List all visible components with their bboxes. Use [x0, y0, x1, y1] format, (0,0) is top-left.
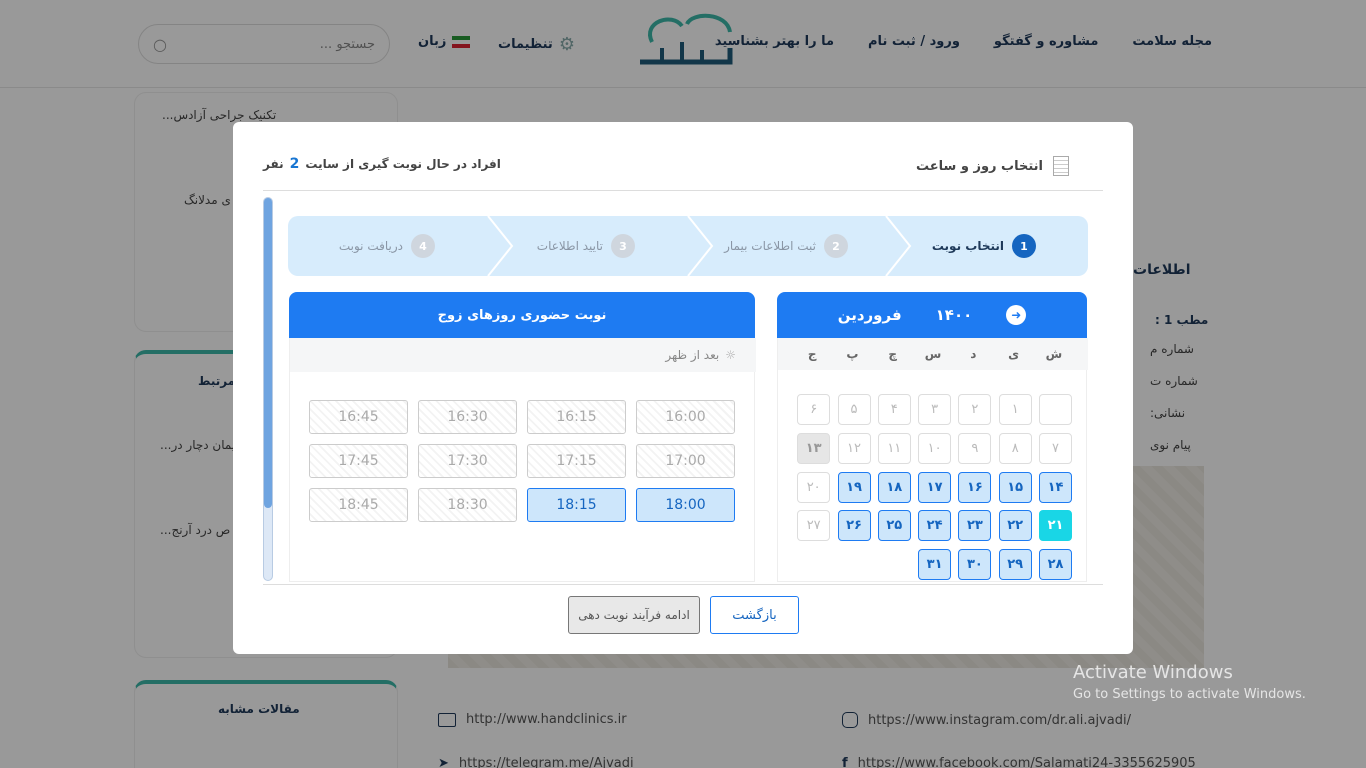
weekday-label: ی	[1008, 347, 1020, 361]
calendar-day[interactable]: ۱۴	[1039, 471, 1072, 503]
time-slot: 18:45	[309, 488, 408, 522]
calendar-day[interactable]: ۲۳	[958, 510, 992, 542]
modal-title: انتخاب روز و ساعت	[916, 156, 1069, 176]
time-slot: 16:15	[527, 400, 626, 434]
calendar-day[interactable]: ۲۱	[1039, 510, 1072, 542]
calendar-day: ۳	[918, 394, 952, 425]
times-title: نوبت حضوری روزهای زوج	[437, 307, 607, 323]
weekday-label: ج	[807, 347, 817, 361]
online-count-value: 2	[289, 156, 300, 172]
calendar-day[interactable]: ۳۱	[918, 549, 952, 581]
calendar-day[interactable]: ۱۶	[958, 471, 992, 503]
calendar-day[interactable]: ۳۰	[958, 549, 992, 581]
step-label: دریافت نوبت	[338, 239, 403, 253]
step-label: ثبت اطلاعات بیمار	[724, 239, 816, 253]
calendar-day[interactable]: ۲۲	[998, 510, 1032, 542]
calendar-day[interactable]: ۲۶	[837, 510, 871, 542]
weekday-label: د	[970, 347, 977, 361]
calendar-day: ۸	[998, 432, 1032, 464]
online-count-label: افراد در حال نوبت گیری از سایت	[305, 157, 501, 171]
step-wizard: 1 انتخاب نوبت 2 ثبت اطلاعات بیمار 3 تایی…	[288, 216, 1088, 276]
times-header: نوبت حضوری روزهای زوج	[289, 292, 755, 338]
calendar-day[interactable]: ۲۸	[1039, 549, 1072, 581]
period-label: بعد از ظهر	[665, 348, 720, 362]
step-label: تایید اطلاعات	[536, 239, 603, 253]
windows-activation-watermark: Activate Windows Go to Settings to activ…	[1073, 662, 1306, 702]
step-confirm-info: 3 تایید اطلاعات	[537, 216, 635, 276]
modal-scrollbar[interactable]	[263, 197, 273, 581]
modal-title-text: انتخاب روز و ساعت	[916, 158, 1043, 174]
step-receive-appointment: 4 دریافت نوبت	[339, 216, 435, 276]
time-slot: 16:30	[418, 400, 517, 434]
step-separator	[885, 216, 912, 276]
calendar-day: ۷	[1039, 432, 1072, 464]
time-slot[interactable]: 18:00	[636, 488, 735, 522]
step-separator	[687, 216, 714, 276]
weekday-row: شیدسچپج	[778, 338, 1088, 370]
weekday-label: چ	[888, 347, 898, 361]
time-slot: 18:30	[418, 488, 517, 522]
calendar-day: ۲	[958, 394, 992, 425]
calendar-day: ۴	[877, 394, 911, 425]
afternoon-label: ☼ بعد از ظهر	[290, 338, 756, 372]
calendar-day: ۱۳	[797, 432, 831, 464]
calendar-day[interactable]: ۱۸	[877, 471, 911, 503]
time-slots-panel: ☼ بعد از ظهر 16:00 16:15 16:30 16:45 17:00 17…	[289, 338, 756, 582]
calendar-day: ۶	[797, 394, 831, 425]
calendar-empty-cell	[1039, 394, 1072, 425]
next-month-arrow-icon[interactable]: ➜	[1006, 305, 1027, 325]
sun-icon: ☼	[725, 348, 736, 362]
watermark-line1: Activate Windows	[1073, 662, 1233, 683]
calendar-day: ۲۷	[797, 510, 831, 542]
time-slot: 17:30	[418, 444, 517, 478]
weekday-label: س	[924, 347, 942, 361]
calendar-day: ۵	[837, 394, 871, 425]
weekday-label: پ	[846, 347, 859, 361]
watermark-line2: Go to Settings to activate Windows.	[1073, 687, 1306, 702]
step-separator	[487, 216, 514, 276]
weekday-label: ش	[1045, 347, 1063, 361]
calendar-month: فروردین	[837, 306, 902, 324]
divider	[263, 584, 1103, 585]
step-number: 3	[611, 234, 635, 258]
step-number: 2	[824, 234, 848, 258]
calendar-day[interactable]: ۱۵	[998, 471, 1032, 503]
calendar-header: فروردین ۱۴۰۰ ➜	[777, 292, 1087, 338]
step-number: 4	[411, 234, 435, 258]
online-count-unit: نفر	[263, 157, 284, 171]
time-slot: 17:00	[636, 444, 735, 478]
calendar-day: ۱	[998, 394, 1032, 425]
scroll-thumb[interactable]	[264, 198, 272, 508]
step-select-appointment: 1 انتخاب نوبت	[932, 216, 1036, 276]
appointment-modal: انتخاب روز و ساعت افراد در حال نوبت گیری…	[233, 122, 1133, 654]
calendar-day[interactable]: ۲۴	[918, 510, 952, 542]
step-number: 1	[1012, 234, 1036, 258]
time-slot: 17:45	[309, 444, 408, 478]
calendar-day[interactable]: ۲۵	[877, 510, 911, 542]
calendar-day: ۲۰	[797, 471, 831, 503]
back-button[interactable]: بازگشت	[710, 596, 799, 634]
calendar-day: ۱۱	[877, 432, 911, 464]
calendar-grid: شیدسچپج ۱ ۲ ۳ ۴ ۵ ۶ ۷ ۸ ۹ ۱۰ ۱۱ ۱۲ ۱۳ ۱۴ ۱۵ ۱۶ ۱۷ ۱۸ ۱۹ ۲۰ ۲…	[777, 338, 1088, 582]
time-slot: 16:45	[309, 400, 408, 434]
continue-button[interactable]: ادامه فرآیند نوبت دهی	[568, 596, 700, 634]
time-slot: 16:00	[636, 400, 735, 434]
time-slot: 17:15	[527, 444, 626, 478]
step-label: انتخاب نوبت	[931, 239, 1004, 253]
calendar-day[interactable]: ۲۹	[998, 549, 1032, 581]
calendar-day: ۹	[958, 432, 992, 464]
calendar-day[interactable]: ۱۹	[837, 471, 871, 503]
time-slot[interactable]: 18:15	[527, 488, 626, 522]
calendar-day: ۱۰	[918, 432, 952, 464]
calendar-day[interactable]: ۱۷	[918, 471, 952, 503]
building-icon	[1053, 156, 1069, 176]
calendar-day: ۱۲	[837, 432, 871, 464]
online-count: افراد در حال نوبت گیری از سایت 2 نفر	[263, 156, 501, 172]
calendar-year: ۱۴۰۰	[935, 306, 973, 324]
divider	[263, 190, 1103, 191]
step-patient-info: 2 ثبت اطلاعات بیمار	[724, 216, 848, 276]
